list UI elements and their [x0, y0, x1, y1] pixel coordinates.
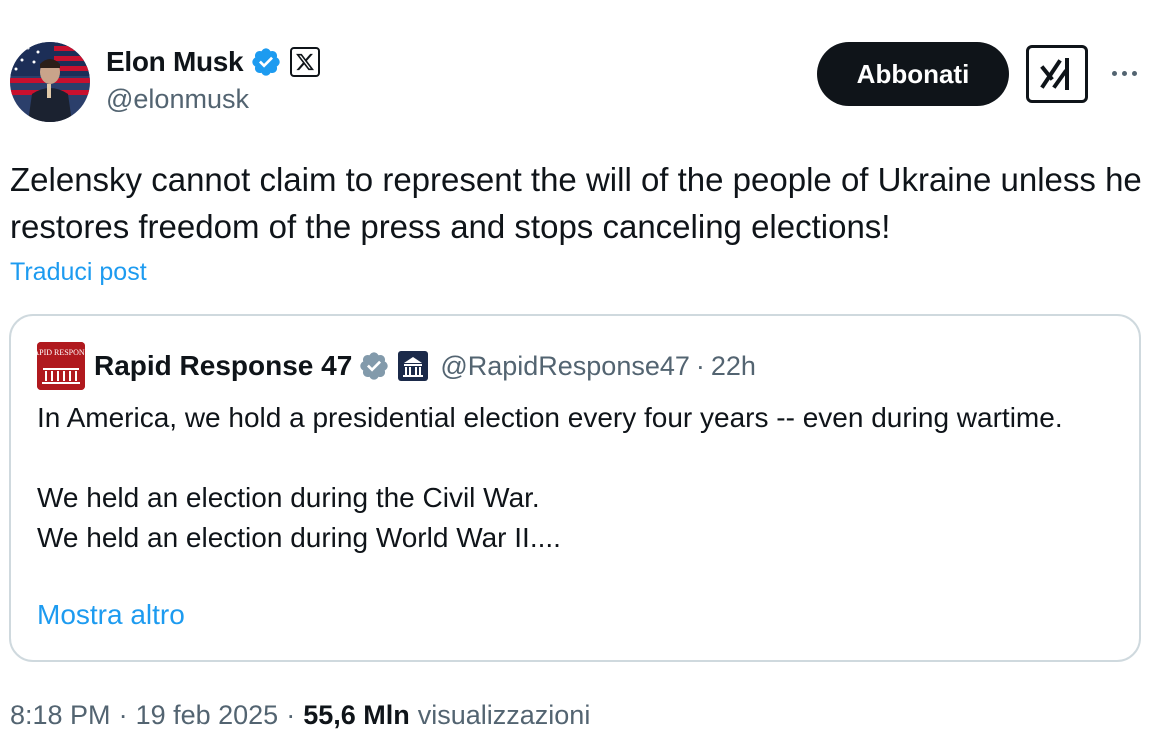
- views-count: 55,6 Mln: [303, 699, 410, 730]
- rapid-response-logo: RAPID RESPONSE: [37, 342, 85, 390]
- tweet-text: Zelensky cannot claim to represent the w…: [10, 161, 1151, 245]
- more-dot: [1121, 70, 1127, 76]
- author-avatar[interactable]: [10, 42, 90, 122]
- views-label: visualizzazioni: [417, 699, 591, 730]
- quoted-separator: ·: [695, 350, 705, 381]
- quoted-post-card[interactable]: RAPID RESPONSE Rapid Response 47: [9, 314, 1141, 662]
- quoted-post-text: In America, we hold a presidential elect…: [37, 402, 1063, 553]
- grok-icon[interactable]: [1026, 45, 1088, 103]
- show-more-link[interactable]: Mostra altro: [37, 599, 185, 631]
- verified-badge-icon: [250, 46, 282, 78]
- translate-post-link[interactable]: Traduci post: [10, 258, 147, 287]
- tweet-header: Elon Musk @elonmusk Abbonati: [10, 42, 1154, 124]
- meta-separator: ·: [118, 699, 128, 730]
- quoted-author-avatar[interactable]: RAPID RESPONSE: [37, 342, 85, 390]
- white-house-icon[interactable]: [398, 351, 429, 381]
- post-time[interactable]: 8:18 PM: [10, 700, 111, 731]
- meta-separator: ·: [286, 699, 296, 730]
- more-dots-icon[interactable]: [1104, 56, 1144, 90]
- quoted-author-handle[interactable]: @RapidResponse47: [440, 351, 690, 382]
- quoted-author-name[interactable]: Rapid Response 47: [94, 350, 352, 382]
- author-handle[interactable]: @elonmusk: [106, 84, 320, 115]
- quoted-post-header: RAPID RESPONSE Rapid Response 47: [37, 342, 756, 390]
- author-block: Elon Musk @elonmusk: [106, 42, 321, 115]
- author-name-row: Elon Musk: [106, 42, 321, 82]
- author-avatar-image: [10, 42, 90, 122]
- more-dot: [1111, 70, 1117, 76]
- post-meta: 8:18 PM · 19 feb 2025 · 55,6 Mln visuali…: [10, 698, 590, 732]
- author-display-name[interactable]: Elon Musk: [106, 46, 244, 78]
- more-dot: [1131, 70, 1137, 76]
- quoted-post-time[interactable]: 22h: [711, 351, 756, 382]
- x-logo-icon[interactable]: [290, 47, 321, 77]
- gray-verified-badge-icon: [358, 350, 390, 382]
- subscribe-button[interactable]: Abbonati: [817, 42, 1009, 106]
- quoted-avatar-text: RAPID RESPONSE: [37, 348, 85, 357]
- post-date[interactable]: 19 feb 2025: [136, 700, 279, 731]
